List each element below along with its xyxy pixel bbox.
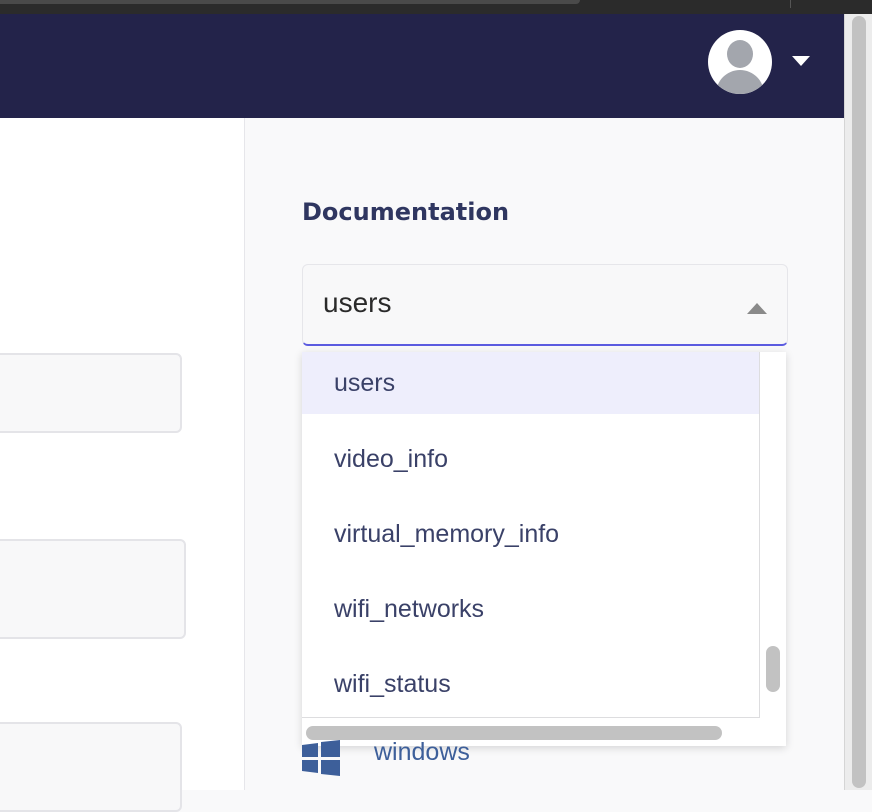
windows-label: windows xyxy=(374,738,470,766)
documentation-title: Documentation xyxy=(302,198,510,226)
dropdown-option[interactable]: wifi_status xyxy=(302,653,759,715)
avatar-body xyxy=(716,70,764,94)
left-panel xyxy=(0,118,245,790)
dropdown-menu: users video_info virtual_memory_info wif… xyxy=(302,352,786,746)
form-field-2[interactable] xyxy=(0,539,186,639)
browser-tab-edge xyxy=(0,0,580,4)
dropdown-option[interactable]: users xyxy=(302,352,759,414)
dropdown-list: users video_info virtual_memory_info wif… xyxy=(302,352,760,718)
browser-top-strip xyxy=(0,0,872,14)
user-avatar-icon[interactable] xyxy=(708,30,772,94)
dropdown-option[interactable]: video_info xyxy=(302,428,759,490)
page-scrollbar[interactable] xyxy=(844,14,872,790)
toolbar-separator xyxy=(790,0,791,8)
page-scrollbar-thumb[interactable] xyxy=(852,16,866,788)
select-value: users xyxy=(323,287,392,318)
avatar-head xyxy=(727,40,753,68)
form-field-1[interactable] xyxy=(0,353,182,433)
dropdown-vertical-scrollbar[interactable] xyxy=(766,646,780,692)
caret-down-icon[interactable] xyxy=(792,56,810,66)
windows-logo-icon xyxy=(302,740,340,776)
form-field-3[interactable] xyxy=(0,722,182,812)
dropdown-horizontal-scrollbar[interactable] xyxy=(306,726,722,740)
dropdown-option[interactable]: wifi_networks xyxy=(302,578,759,640)
dropdown-option[interactable]: virtual_memory_info xyxy=(302,503,759,565)
caret-up-icon[interactable] xyxy=(747,303,767,314)
documentation-select[interactable]: users xyxy=(302,264,788,346)
